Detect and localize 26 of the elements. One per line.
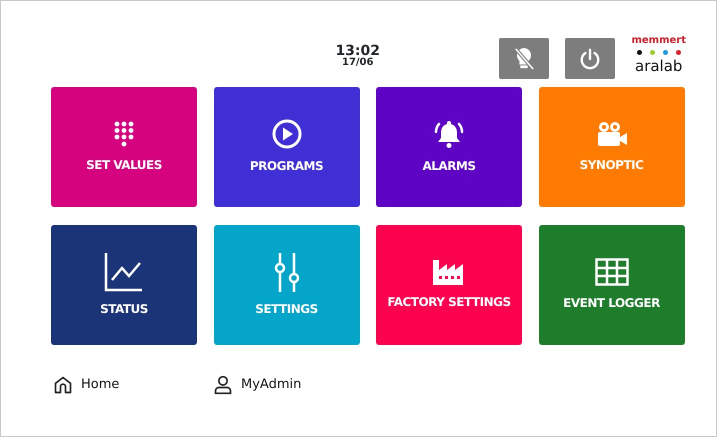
menu-tile[interactable]: FACTORY SETTINGS — [376, 225, 522, 345]
keypad-icon — [112, 120, 136, 148]
clock-date: 17/06 — [342, 58, 374, 68]
line-chart-icon — [104, 252, 144, 292]
clock-time: 13:02 — [335, 44, 380, 58]
user-icon — [213, 375, 233, 395]
menu-tile[interactable]: SET VALUES — [51, 87, 197, 207]
power-icon — [579, 48, 602, 70]
menu-tile[interactable]: EVENT LOGGER — [538, 225, 684, 345]
sliders-icon — [272, 252, 300, 292]
menu-tile[interactable]: PROGRAMS — [214, 87, 360, 207]
factory-icon — [432, 259, 466, 285]
user-link[interactable]: MyAdmin — [213, 375, 373, 395]
home-icon — [53, 375, 73, 395]
bell-icon — [433, 119, 465, 149]
play-icon — [272, 119, 302, 149]
table-grid-icon — [594, 258, 628, 286]
menu-tile[interactable]: ALARMS — [376, 87, 522, 207]
home-link[interactable]: Home — [53, 375, 213, 395]
light-bulb-off-icon — [513, 46, 536, 72]
light-button[interactable] — [499, 38, 550, 79]
brand-logo-text: memmert — [631, 36, 686, 46]
menu-tile[interactable]: STATUS — [51, 225, 197, 345]
power-button[interactable] — [565, 38, 616, 79]
brand-logo-text: aralab — [635, 59, 682, 74]
video-camera-icon — [596, 120, 628, 148]
